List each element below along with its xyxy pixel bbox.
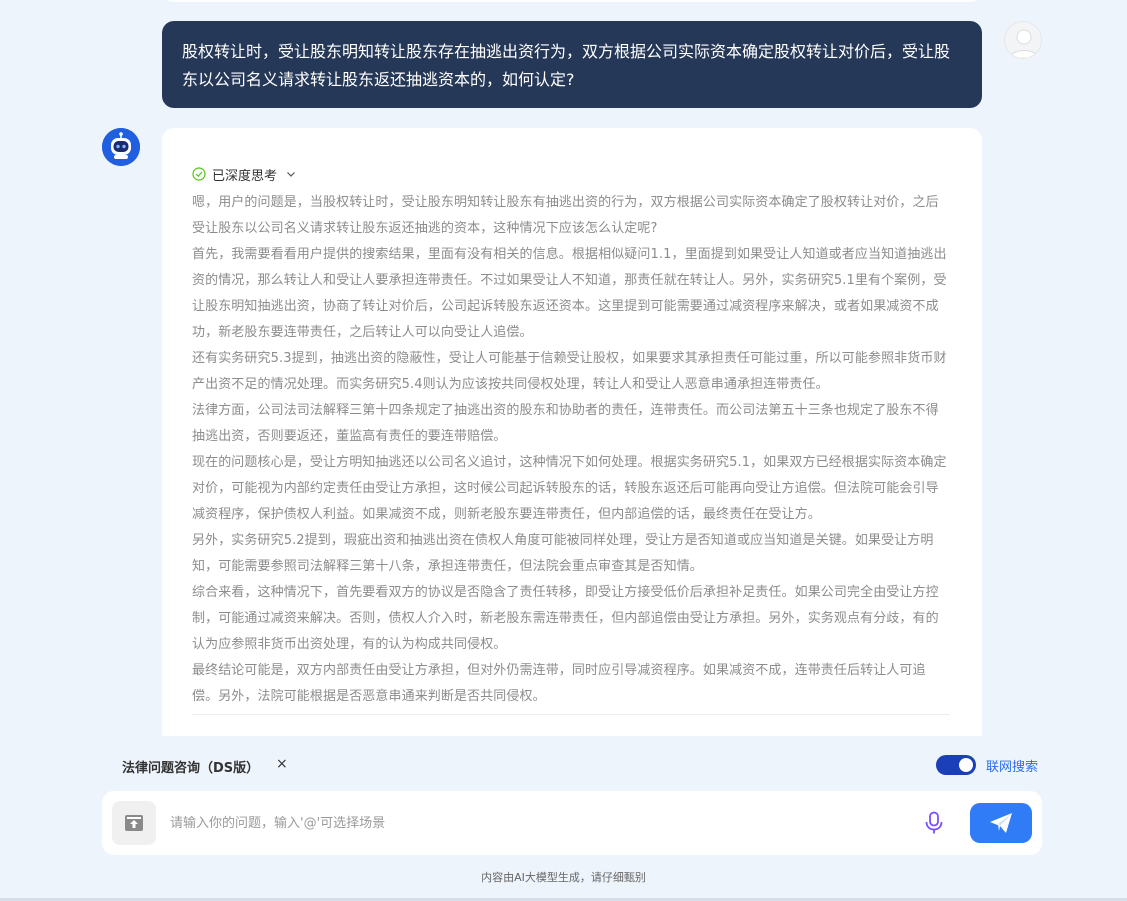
thinking-paragraph: 还有实务研究5.3提到，抽逃出资的隐蔽性，受让人可能基于信赖受让股权，如果要求其… [192, 351, 947, 392]
ai-disclaimer: 内容由AI大模型生成，请仔细甄别 [481, 871, 646, 884]
thinking-content: 嗯，用户的问题是，当股权转让时，受让股东明知转让股东有抽逃出资的行为，双方根据公… [192, 190, 950, 715]
toggle-knob [959, 758, 973, 772]
chat-input-box [102, 791, 1042, 855]
thinking-toggle[interactable]: 已深度思考 [192, 164, 950, 184]
microphone-button[interactable] [922, 811, 946, 835]
web-search-label[interactable]: 联网搜索 [986, 756, 1038, 775]
user-avatar-icon [1004, 21, 1042, 59]
microphone-icon [925, 811, 943, 834]
thinking-paragraph: 现在的问题核心是，受让方明知抽逃还以公司名义追讨，这种情况下如何处理。根据实务研… [192, 455, 947, 522]
assistant-answer-card: 已深度思考 嗯，用户的问题是，当股权转让时，受让股东明知转让股东有抽逃出资的行为… [162, 128, 982, 768]
send-button[interactable] [970, 803, 1032, 843]
check-circle-icon [192, 167, 206, 181]
robot-icon [102, 128, 140, 166]
thinking-paragraph: 首先，我需要看看用户提供的搜索结果，里面有没有相关的信息。根据相似疑问1.1，里… [192, 247, 947, 340]
chat-input[interactable] [170, 811, 910, 835]
thinking-paragraph: 嗯，用户的问题是，当股权转让时，受让股东明知转让股东有抽逃出资的行为，双方根据公… [192, 195, 939, 236]
chevron-down-icon [287, 172, 295, 177]
thinking-paragraph: 法律方面，公司法司法解释三第十四条规定了抽逃出资的股东和协助者的责任，连带责任。… [192, 403, 939, 444]
paper-plane-icon [990, 813, 1012, 833]
divider [192, 714, 950, 715]
thinking-paragraph: 最终结论可能是，双方内部责任由受让方承担，但对外仍需连带，同时应引导减资程序。如… [192, 663, 926, 704]
thinking-paragraph: 另外，实务研究5.2提到，瑕疵出资和抽逃出资在债权人角度可能被同样处理，受让方是… [192, 533, 934, 574]
upload-button[interactable] [112, 801, 156, 845]
upload-tray-icon [125, 815, 143, 831]
scene-close-button[interactable]: × [276, 756, 288, 772]
scene-label: 法律问题咨询（DS版） [122, 761, 260, 776]
chat-page: 股权转让时，受让股东明知转让股东存在抽逃出资行为，双方根据公司实际资本确定股权转… [0, 0, 1127, 901]
user-message-text: 股权转让时，受让股东明知转让股东存在抽逃出资行为，双方根据公司实际资本确定股权转… [182, 42, 951, 89]
previous-message-card [162, 0, 982, 2]
thinking-paragraph: 综合来看，这种情况下，首先要看双方的协议是否隐含了责任转移，即受让方接受低价后承… [192, 585, 939, 652]
thinking-label: 已深度思考 [212, 168, 278, 184]
user-message-bubble: 股权转让时，受让股东明知转让股东存在抽逃出资行为，双方根据公司实际资本确定股权转… [162, 21, 982, 108]
web-search-toggle[interactable] [936, 755, 976, 775]
